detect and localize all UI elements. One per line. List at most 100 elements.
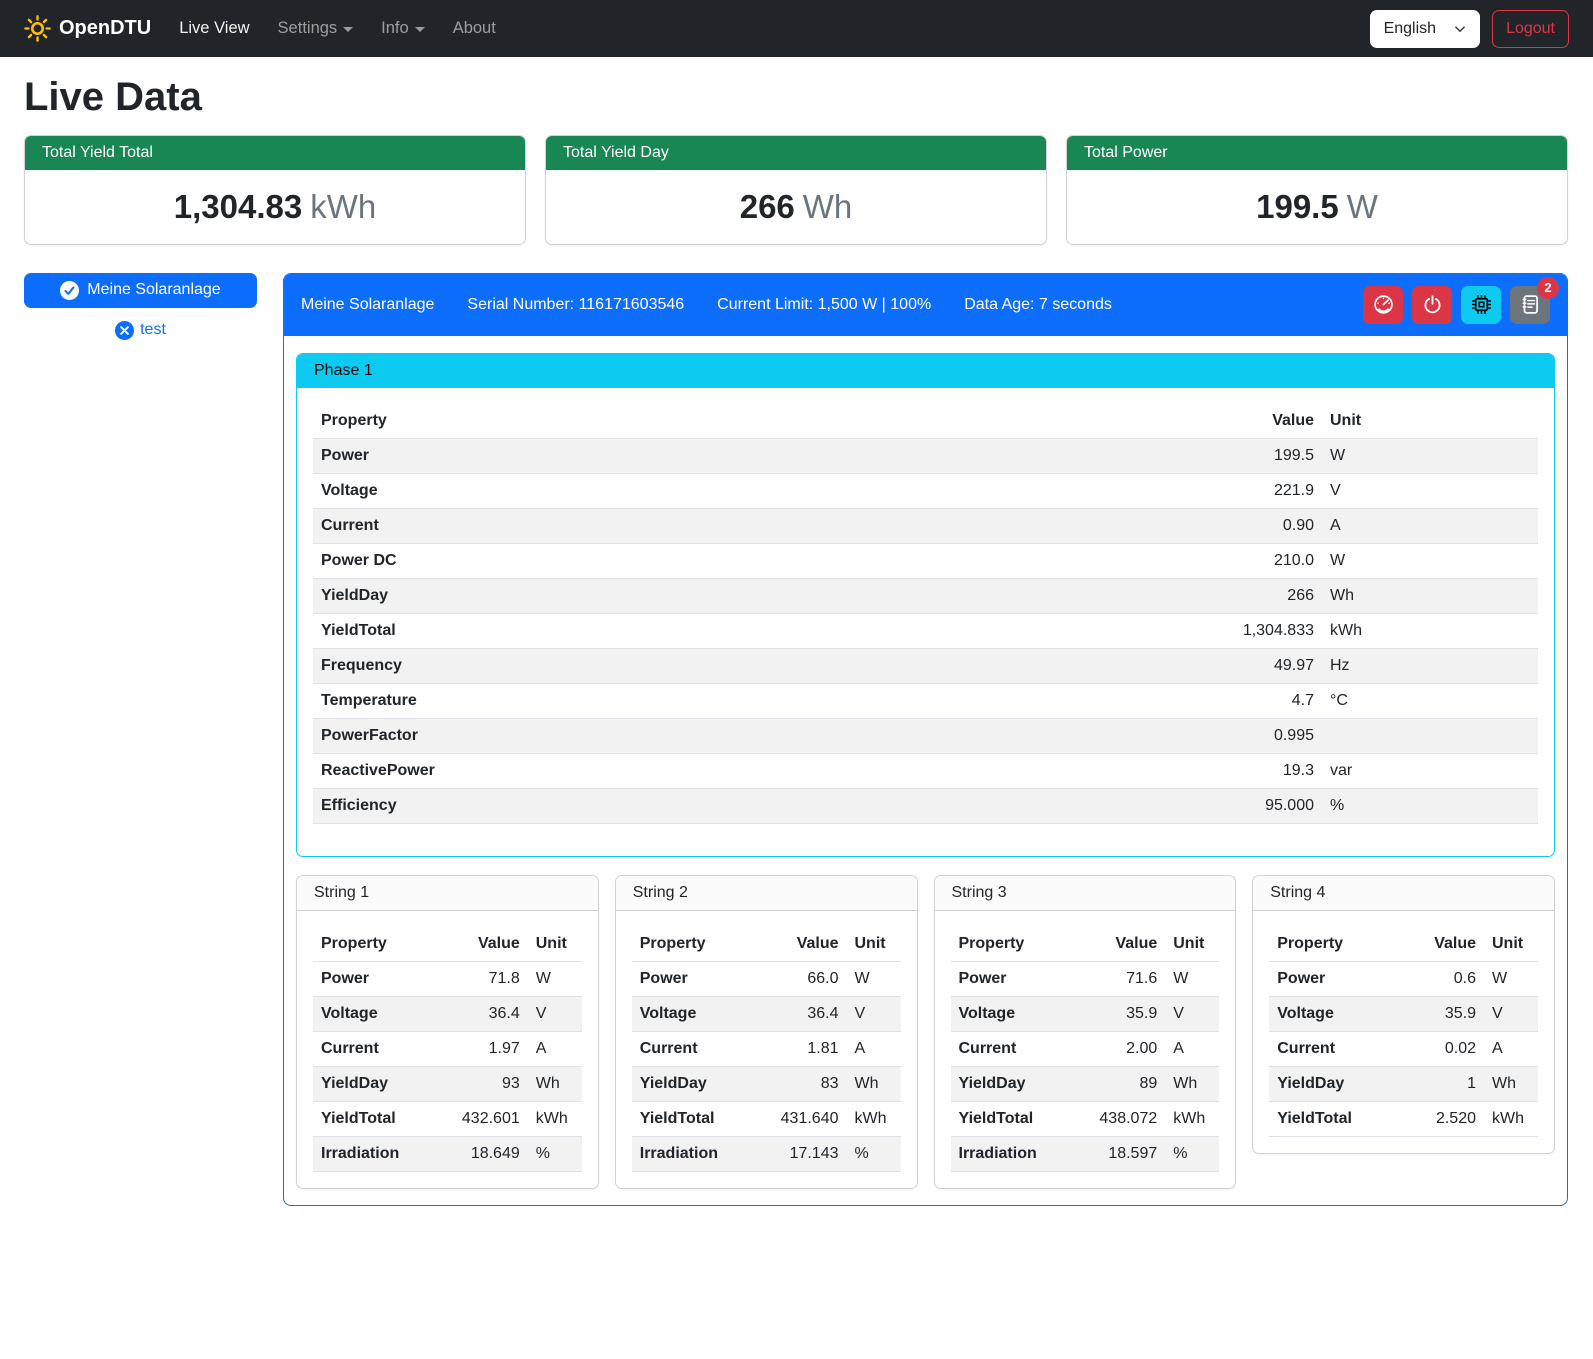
property-cell: PowerFactor	[313, 718, 1207, 753]
value-cell: 432.601	[436, 1101, 528, 1136]
unit-cell	[1322, 718, 1538, 753]
value-cell: 89	[1073, 1066, 1165, 1101]
property-cell: YieldTotal	[313, 613, 1207, 648]
string-table: Property Value Unit Power 0.6 W Voltage …	[1269, 927, 1538, 1137]
unit-cell: A	[847, 1031, 901, 1066]
string-table: Property Value Unit Power 66.0 W Voltage…	[632, 927, 901, 1172]
inverter-sidebar: Meine Solaranlage test	[24, 273, 257, 340]
string-card-4: String 4 Property Value Unit	[1252, 875, 1555, 1154]
caret-down-icon	[343, 27, 353, 32]
value-cell: 93	[436, 1066, 528, 1101]
limit-settings-button[interactable]	[1363, 286, 1403, 324]
inverter-actions: 2	[1363, 286, 1550, 324]
power-button[interactable]	[1412, 286, 1452, 324]
nav-item-live-view[interactable]: Live View	[165, 11, 263, 46]
unit-cell: °C	[1322, 683, 1538, 718]
phase-title: Phase 1	[297, 354, 1554, 388]
table-row: YieldTotal 1,304.833 kWh	[313, 613, 1538, 648]
nav-links: Live View Settings Info About	[165, 11, 510, 46]
caret-down-icon	[415, 27, 425, 32]
property-cell: Current	[1269, 1031, 1392, 1066]
column-property: Property	[1269, 927, 1392, 962]
string-title: String 1	[297, 876, 598, 911]
unit-cell: V	[1484, 996, 1538, 1031]
string-card-2: String 2 Property Value Unit	[615, 875, 918, 1189]
value-cell: 266	[1207, 578, 1322, 613]
table-row: PowerFactor 0.995	[313, 718, 1538, 753]
property-cell: Voltage	[951, 996, 1074, 1031]
property-cell: Voltage	[313, 473, 1207, 508]
unit-cell: kWh	[1322, 613, 1538, 648]
table-header-row: Property Value Unit	[632, 927, 901, 962]
property-cell: YieldTotal	[951, 1101, 1074, 1136]
unit-cell: V	[1322, 473, 1538, 508]
check-circle-icon	[60, 281, 79, 300]
nav-item-info[interactable]: Info	[367, 11, 439, 46]
unit-cell: A	[1322, 508, 1538, 543]
value-cell: 431.640	[755, 1101, 847, 1136]
column-value: Value	[1207, 404, 1322, 439]
inverter-info-button[interactable]	[1461, 286, 1501, 324]
unit-cell: Hz	[1322, 648, 1538, 683]
table-row: Voltage 36.4 V	[313, 996, 582, 1031]
table-row: Irradiation 18.649 %	[313, 1136, 582, 1171]
column-unit: Unit	[1484, 927, 1538, 962]
column-unit: Unit	[1165, 927, 1219, 962]
inverter-select-button[interactable]: Meine Solaranlage	[24, 273, 257, 308]
value-cell: 49.97	[1207, 648, 1322, 683]
table-row: Current 1.81 A	[632, 1031, 901, 1066]
sidebar-item-test[interactable]: test	[24, 321, 257, 340]
unit-cell: V	[528, 996, 582, 1031]
property-cell: Frequency	[313, 648, 1207, 683]
speedometer-icon	[1373, 294, 1394, 315]
table-row: Power 71.6 W	[951, 961, 1220, 996]
nav-item-settings[interactable]: Settings	[264, 11, 368, 46]
column-property: Property	[951, 927, 1074, 962]
property-cell: YieldDay	[313, 578, 1207, 613]
string-table: Property Value Unit Power 71.8 W Voltage…	[313, 927, 582, 1172]
table-row: YieldTotal 2.520 kWh	[1269, 1101, 1538, 1136]
column-unit: Unit	[847, 927, 901, 962]
value-cell: 2.00	[1073, 1031, 1165, 1066]
property-cell: Voltage	[313, 996, 436, 1031]
property-cell: Efficiency	[313, 788, 1207, 823]
property-cell: Current	[313, 1031, 436, 1066]
table-row: YieldTotal 431.640 kWh	[632, 1101, 901, 1136]
unit-cell: %	[1165, 1136, 1219, 1171]
table-row: YieldDay 93 Wh	[313, 1066, 582, 1101]
property-cell: Power	[951, 961, 1074, 996]
value-cell: 438.072	[1073, 1101, 1165, 1136]
table-row: Current 2.00 A	[951, 1031, 1220, 1066]
property-cell: Power	[313, 438, 1207, 473]
string-title: String 4	[1253, 876, 1554, 911]
inverter-select-label: Meine Solaranlage	[87, 281, 220, 299]
x-circle-icon[interactable]	[115, 321, 134, 340]
value-cell: 71.6	[1073, 961, 1165, 996]
value-cell: 71.8	[436, 961, 528, 996]
nav-item-about[interactable]: About	[439, 11, 510, 46]
event-count-badge: 2	[1537, 277, 1559, 299]
property-cell: Power	[1269, 961, 1392, 996]
value-cell: 221.9	[1207, 473, 1322, 508]
events-button[interactable]: 2	[1510, 286, 1550, 324]
value-cell: 35.9	[1392, 996, 1484, 1031]
property-cell: Power DC	[313, 543, 1207, 578]
table-row: YieldTotal 438.072 kWh	[951, 1101, 1220, 1136]
column-value: Value	[755, 927, 847, 962]
property-cell: YieldDay	[951, 1066, 1074, 1101]
card-value: 199.5	[1256, 188, 1339, 225]
language-select[interactable]: English	[1370, 10, 1480, 48]
logout-button[interactable]: Logout	[1492, 10, 1569, 48]
unit-cell: V	[847, 996, 901, 1031]
navbar: OpenDTU Live View Settings Info About En…	[0, 0, 1593, 57]
table-row: Irradiation 17.143 %	[632, 1136, 901, 1171]
property-cell: Irradiation	[951, 1136, 1074, 1171]
table-row: ReactivePower 19.3 var	[313, 753, 1538, 788]
journal-text-icon	[1520, 294, 1541, 315]
property-cell: Irradiation	[313, 1136, 436, 1171]
brand-link[interactable]: OpenDTU	[24, 15, 151, 42]
column-value: Value	[436, 927, 528, 962]
unit-cell: W	[1322, 543, 1538, 578]
phase-table: Property Value Unit Power 199.5 W Voltag…	[313, 404, 1538, 824]
table-row: Voltage 221.9 V	[313, 473, 1538, 508]
